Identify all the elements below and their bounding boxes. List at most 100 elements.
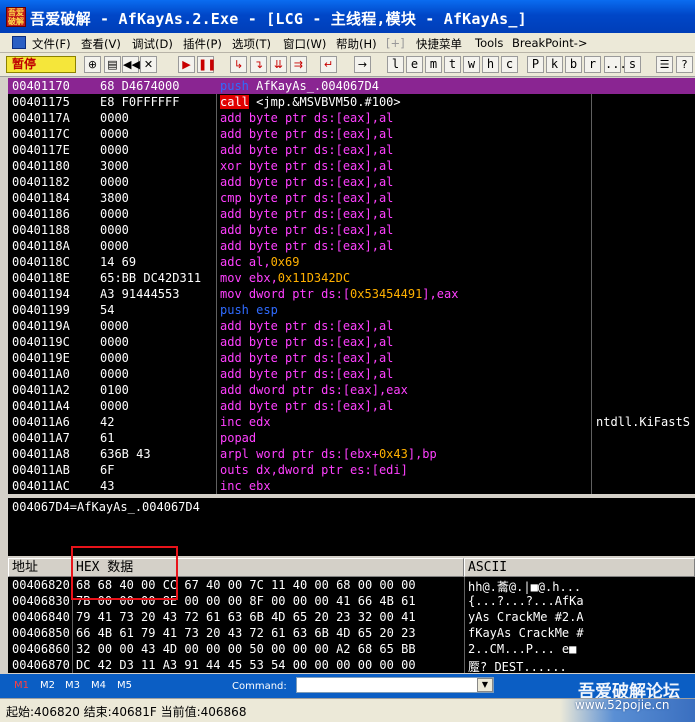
step-over-icon[interactable]: ↴ <box>250 56 267 73</box>
disasm-row[interactable]: 0040119A 0000 add byte ptr ds:[eax],al <box>8 318 695 334</box>
folder-icon[interactable]: ▤ <box>104 56 121 73</box>
menu-tools[interactable]: Tools <box>475 36 503 50</box>
close-process-icon[interactable]: ✕ <box>140 56 157 73</box>
instruction-token: add byte ptr ds:[eax],al <box>220 319 394 333</box>
disasm-address: 00401199 <box>12 303 70 317</box>
dump-row[interactable]: 00406860 32 00 00 43 4D 00 00 00 50 00 00… <box>8 641 695 657</box>
executable-modules-button[interactable]: e <box>406 56 423 73</box>
menu-plugins[interactable]: 插件(P) <box>183 36 222 52</box>
menu-file[interactable]: 文件(F) <box>32 36 71 52</box>
log-window-button[interactable]: l <box>387 56 404 73</box>
dump-row[interactable]: 00406850 66 4B 61 79 41 73 20 43 72 61 63… <box>8 625 695 641</box>
dump-row[interactable]: 00406870 DC 42 D3 11 A3 91 44 45 53 54 00… <box>8 657 695 673</box>
instruction-token: 0x53454491 <box>350 287 423 301</box>
patches-button[interactable]: P <box>527 56 544 73</box>
disasm-row[interactable]: 0040117E 0000 add byte ptr ds:[eax],al <box>8 142 695 158</box>
pause-icon[interactable]: ❚❚ <box>197 56 216 73</box>
disasm-row[interactable]: 004011AB 6F outs dx,dword ptr es:[edi] <box>8 462 695 478</box>
disasm-instruction: add byte ptr ds:[eax],al <box>220 319 393 333</box>
memory-tab-m4[interactable]: M4 <box>91 680 106 691</box>
dump-header-address[interactable]: 地址 <box>8 558 72 577</box>
execute-till-return-icon[interactable]: ↵ <box>320 56 337 73</box>
disasm-row[interactable]: 00401199 54 push esp <box>8 302 695 318</box>
disasm-row[interactable]: 004011A2 0100 add dword ptr ds:[eax],eax <box>8 382 695 398</box>
menu-help[interactable]: 帮助(H) <box>336 36 377 52</box>
menu-options[interactable]: 选项(T) <box>232 36 271 52</box>
disasm-row[interactable]: 004011A4 0000 add byte ptr ds:[eax],al <box>8 398 695 414</box>
disasm-row[interactable]: 0040119C 0000 add byte ptr ds:[eax],al <box>8 334 695 350</box>
disasm-hex: 0000 <box>100 351 129 365</box>
command-dropdown-icon[interactable]: ▼ <box>477 678 493 692</box>
menu-view[interactable]: 查看(V) <box>81 36 121 52</box>
disasm-address: 004011A4 <box>12 399 70 413</box>
disasm-row[interactable]: 004011A0 0000 add byte ptr ds:[eax],al <box>8 366 695 382</box>
step-into-icon[interactable]: ↳ <box>230 56 247 73</box>
cpu-button[interactable]: c <box>501 56 518 73</box>
instruction-token: add byte ptr ds:[eax],al <box>220 367 394 381</box>
disasm-row[interactable]: 00401175 E8 F0FFFFFF call <jmp.&MSVBVM50.#… <box>8 94 695 110</box>
menu-expand[interactable]: [+] <box>386 36 405 50</box>
disasm-instruction: inc ebx <box>220 479 271 493</box>
trace-over-icon[interactable]: ⇉ <box>290 56 307 73</box>
memory-tab-m5[interactable]: M5 <box>117 680 132 691</box>
references-button[interactable]: r <box>584 56 601 73</box>
menu-debug[interactable]: 调试(D) <box>132 36 173 52</box>
disasm-row[interactable]: 004011A8 636B 43 arpl word ptr ds:[ebx+0x4… <box>8 446 695 462</box>
trace-into-icon[interactable]: ⇊ <box>270 56 287 73</box>
dump-header-ascii[interactable]: ASCII <box>464 558 695 577</box>
disasm-row[interactable]: 0040119E 0000 add byte ptr ds:[eax],al <box>8 350 695 366</box>
call-stack-button[interactable]: k <box>546 56 563 73</box>
disasm-instruction: add byte ptr ds:[eax],al <box>220 207 393 221</box>
disasm-row[interactable]: 0040118E 65:BB DC42D311 mov ebx,0x11D342DC <box>8 270 695 286</box>
threads-button[interactable]: t <box>444 56 461 73</box>
disasm-row[interactable]: 0040118C 14 69 adc al,0x69 <box>8 254 695 270</box>
menu-window[interactable]: 窗口(W) <box>283 36 326 52</box>
disasm-row[interactable]: 00401182 0000 add byte ptr ds:[eax],al <box>8 174 695 190</box>
goto-icon[interactable]: → <box>354 56 371 73</box>
help-icon[interactable]: ? <box>676 56 693 73</box>
disasm-hex: 0000 <box>100 111 129 125</box>
disasm-row[interactable]: 0040118A 0000 add byte ptr ds:[eax],al <box>8 238 695 254</box>
handles-button[interactable]: h <box>482 56 499 73</box>
disasm-row[interactable]: 004011A6 42 inc edx <box>8 414 695 430</box>
menu-shortcut[interactable]: 快捷菜单 <box>416 36 462 52</box>
memory-map-button[interactable]: m <box>425 56 442 73</box>
memory-tab-m3[interactable]: M3 <box>65 680 80 691</box>
rewind-icon[interactable]: ◀◀ <box>122 56 140 73</box>
disasm-row[interactable]: 00401194 A3 91444553 mov dword ptr ds:[0x5… <box>8 286 695 302</box>
window-system-icon[interactable] <box>12 36 26 49</box>
run-icon[interactable]: ▶ <box>178 56 195 73</box>
disasm-instruction: arpl word ptr ds:[ebx+0x43],bp <box>220 447 437 461</box>
open-file-icon[interactable]: ⊕ <box>84 56 101 73</box>
disasm-row[interactable]: 00401170 68 D4674000 push AfKayAs_.004067D… <box>8 78 695 94</box>
disasm-row[interactable]: 00401180 3000 xor byte ptr ds:[eax],al <box>8 158 695 174</box>
disasm-row[interactable]: 004011A7 61 popad <box>8 430 695 446</box>
dump-row[interactable]: 00406840 79 41 73 20 43 72 61 63 6B 4D 65… <box>8 609 695 625</box>
disasm-row[interactable]: 0040117A 0000 add byte ptr ds:[eax],al <box>8 110 695 126</box>
hex-dump-pane[interactable]: 00406820 68 68 40 00 CC 67 40 00 7C 11 40… <box>8 577 695 673</box>
command-bar: M1 M2 M3 M4 M5 Command: ▼ 吾爱破解论坛 <box>0 674 695 702</box>
dump-row[interactable]: 00406820 68 68 40 00 CC 67 40 00 7C 11 40… <box>8 577 695 594</box>
command-input[interactable] <box>296 677 494 693</box>
info-pane[interactable]: 004067D4=AfKayAs_.004067D4 <box>8 496 695 556</box>
dump-row[interactable]: 00406830 7B 00 00 00 8E 00 00 00 8F 00 00… <box>8 593 695 609</box>
source-button[interactable]: s <box>624 56 641 73</box>
run-trace-button[interactable]: ... <box>604 56 627 73</box>
disasm-hex: 68 D4674000 <box>100 79 180 93</box>
list-view-icon[interactable]: ☰ <box>656 56 673 73</box>
instruction-token: add dword ptr ds:[eax],eax <box>220 383 408 397</box>
memory-tab-m1[interactable]: M1 <box>14 680 29 691</box>
disasm-row[interactable]: 00401188 0000 add byte ptr ds:[eax],al <box>8 222 695 238</box>
windows-button[interactable]: w <box>463 56 480 73</box>
disasm-address: 00401180 <box>12 159 70 173</box>
disasm-hex: 0000 <box>100 399 129 413</box>
menu-breakpoint[interactable]: BreakPoint-> <box>512 36 588 50</box>
disassembly-pane[interactable]: 00401170 68 D4674000 push AfKayAs_.004067D… <box>8 78 695 494</box>
memory-tab-m2[interactable]: M2 <box>40 680 55 691</box>
disasm-row[interactable]: 00401184 3800 cmp byte ptr ds:[eax],al <box>8 190 695 206</box>
dump-header-hex[interactable]: HEX 数据 <box>72 558 464 577</box>
disasm-row[interactable]: 00401186 0000 add byte ptr ds:[eax],al <box>8 206 695 222</box>
breakpoints-button[interactable]: b <box>565 56 582 73</box>
disasm-row[interactable]: 004011AC 43 inc ebx <box>8 478 695 494</box>
disasm-row[interactable]: 0040117C 0000 add byte ptr ds:[eax],al <box>8 126 695 142</box>
